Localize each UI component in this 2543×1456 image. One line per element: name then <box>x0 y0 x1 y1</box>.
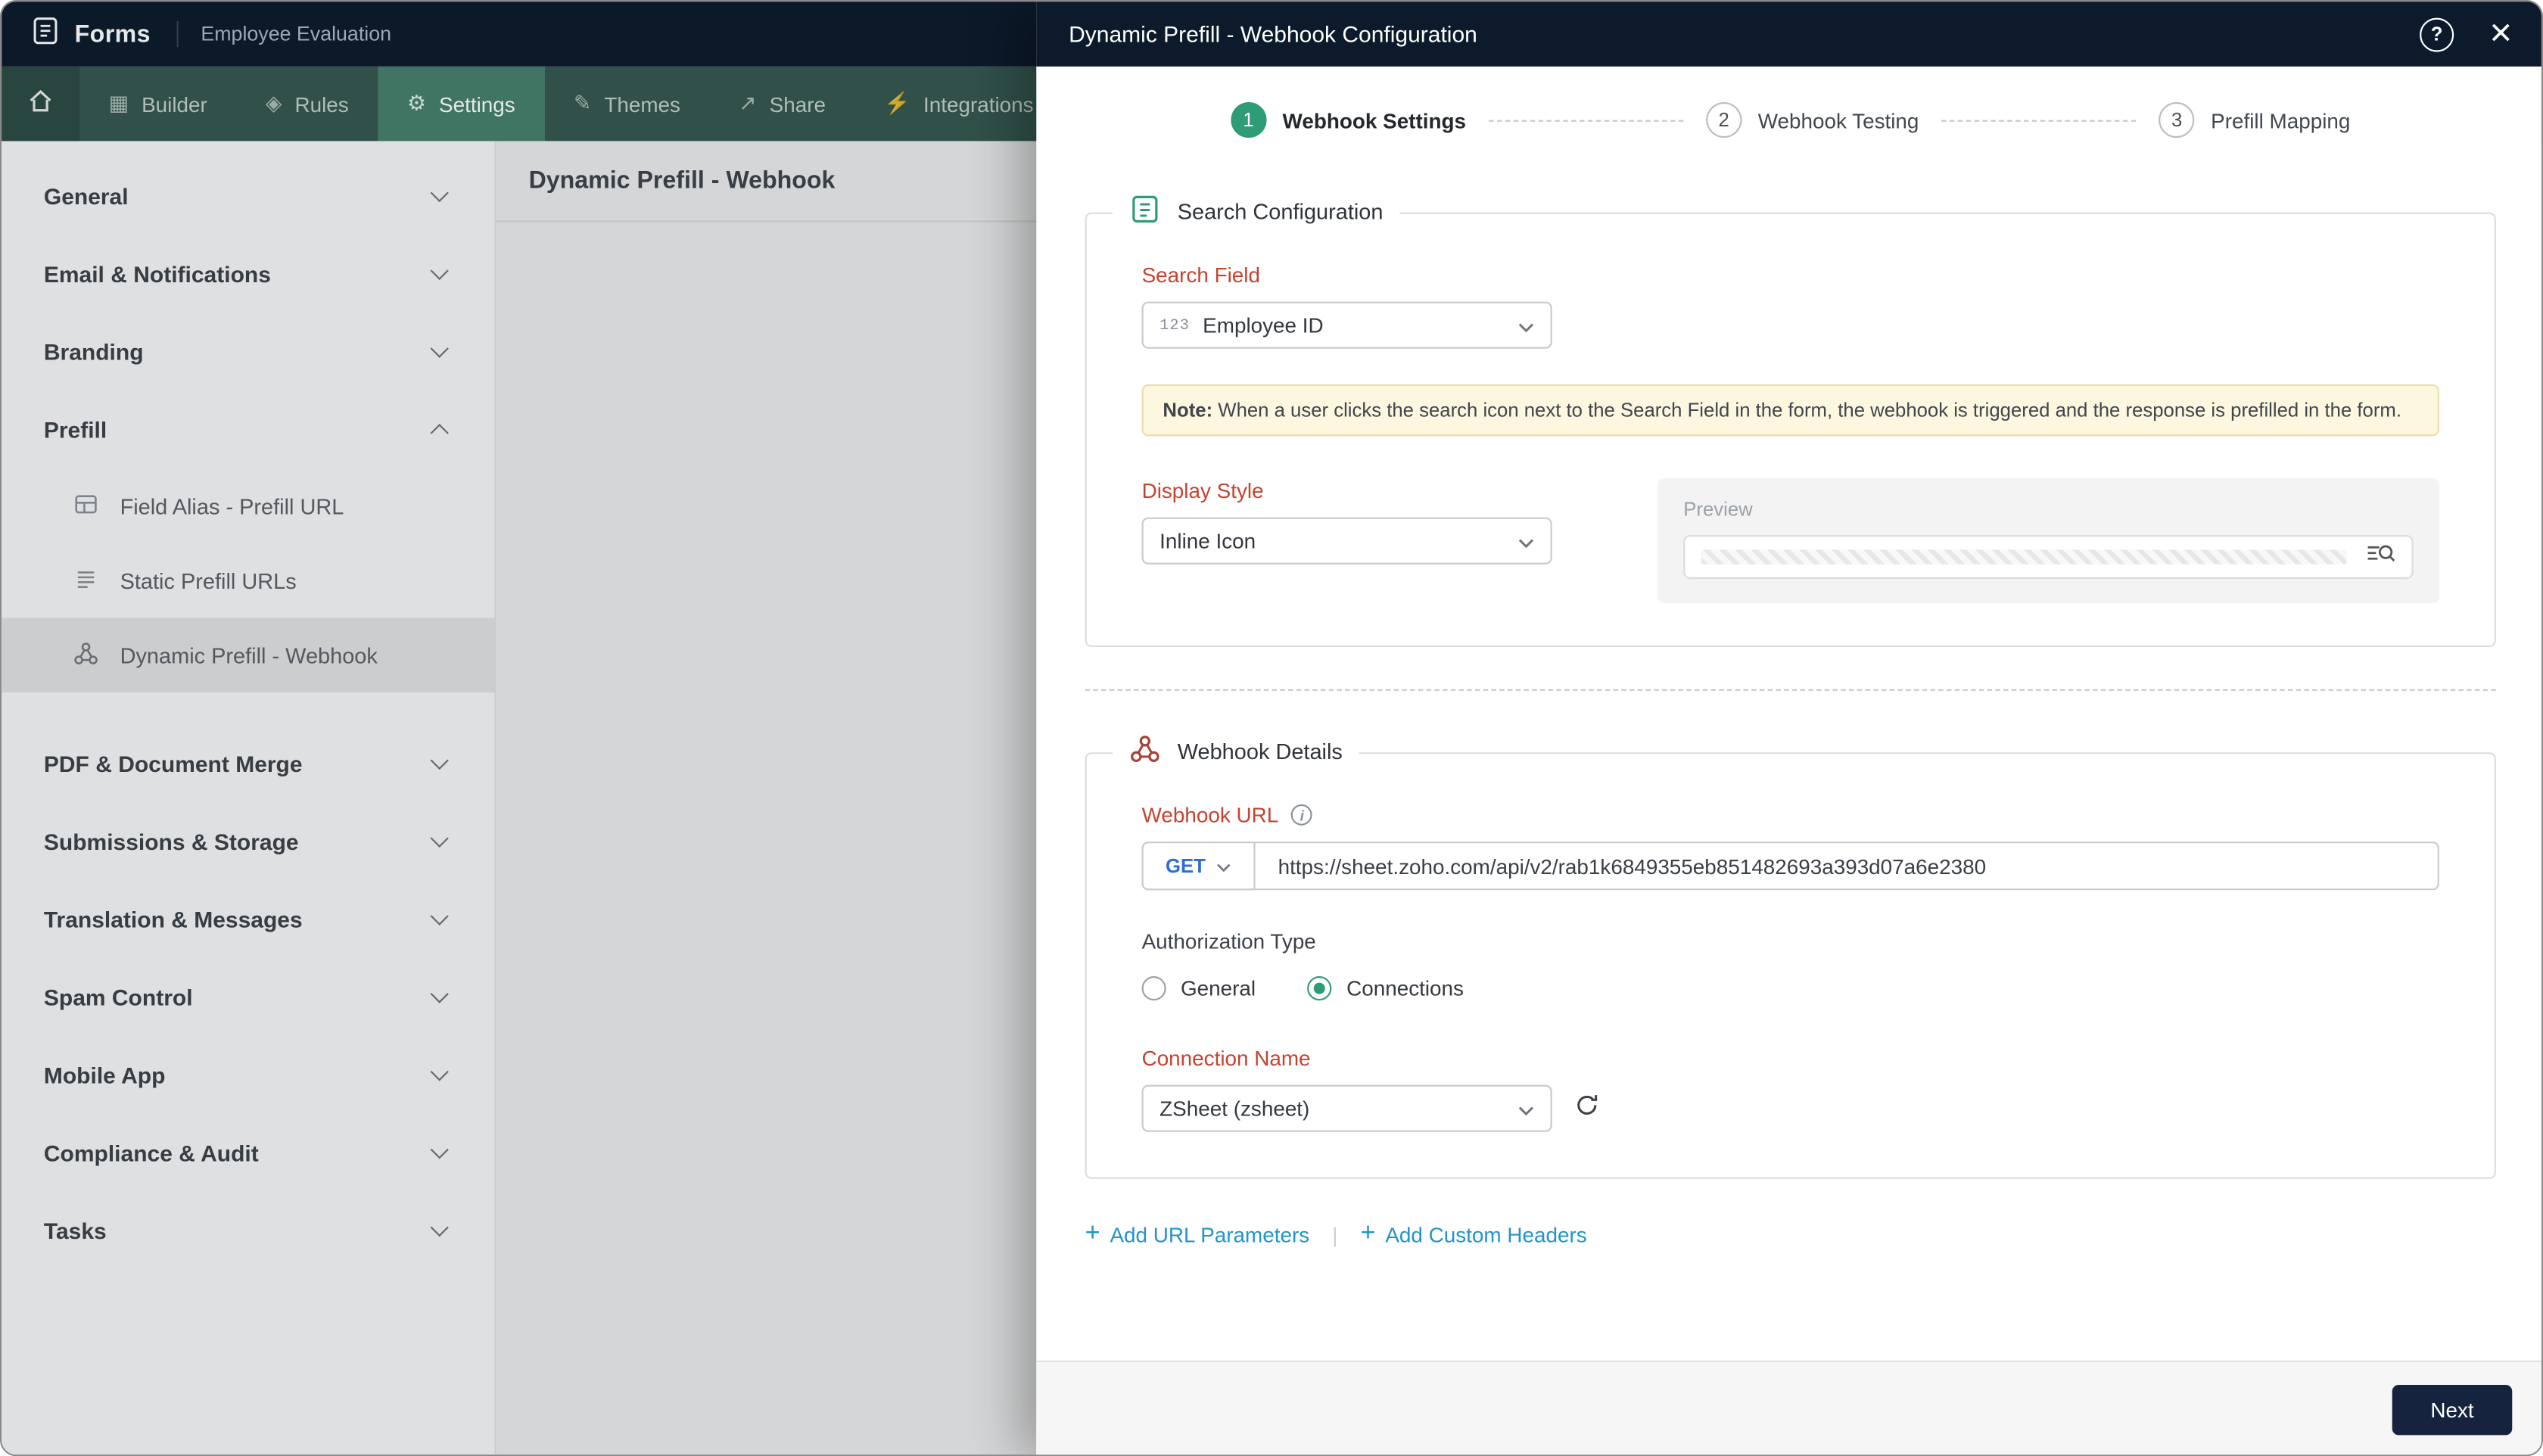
modal-header: Dynamic Prefill - Webhook Configuration … <box>1036 2 2541 67</box>
note-label: Note: <box>1163 399 1213 422</box>
radio-general[interactable]: General <box>1141 976 1256 1001</box>
card-legend-label: Search Configuration <box>1177 199 1384 224</box>
step-webhook-settings[interactable]: 1 Webhook Settings <box>1230 102 1467 138</box>
number-field-icon: 123 <box>1159 316 1191 334</box>
plus-icon: + <box>1085 1219 1100 1248</box>
search-field-select[interactable]: 123 Employee ID <box>1141 301 1552 349</box>
display-style-label: Display Style <box>1141 478 1264 503</box>
radio-selected-icon <box>1307 976 1332 1001</box>
modal-header-icons: ? × <box>2420 14 2512 53</box>
step-label: Webhook Settings <box>1282 107 1467 132</box>
step-number: 3 <box>2159 102 2195 138</box>
plus-icon: + <box>1360 1219 1376 1248</box>
help-icon[interactable]: ? <box>2420 17 2454 51</box>
placeholder-stripe <box>1701 549 2347 565</box>
link-divider: | <box>1332 1222 1338 1247</box>
section-divider <box>1085 689 2496 692</box>
step-number: 1 <box>1230 102 1267 138</box>
card-legend-label: Webhook Details <box>1177 739 1343 764</box>
preview-panel: Preview <box>1657 478 2439 604</box>
search-configuration-legend: Search Configuration <box>1113 192 1399 231</box>
radio-icon <box>1141 976 1166 1001</box>
radio-connections[interactable]: Connections <box>1307 976 1464 1001</box>
next-button[interactable]: Next <box>2392 1385 2513 1436</box>
search-field-value: Employee ID <box>1203 313 1324 338</box>
webhook-url-label: Webhook URL <box>1141 803 1279 828</box>
webhook-url-value: https://sheet.zoho.com/api/v2/rab1k68493… <box>1278 854 1987 879</box>
stepper: 1 Webhook Settings 2 Webhook Testing 3 P… <box>1085 102 2496 138</box>
add-url-parameters-label: Add URL Parameters <box>1110 1222 1310 1247</box>
modal-body: 1 Webhook Settings 2 Webhook Testing 3 P… <box>1036 67 2541 1361</box>
chevron-down-icon <box>1518 1097 1534 1121</box>
step-prefill-mapping[interactable]: 3 Prefill Mapping <box>2159 102 2351 138</box>
http-method-value: GET <box>1165 854 1206 878</box>
connection-name-label: Connection Name <box>1141 1046 1311 1071</box>
connection-name-row: ZSheet (zsheet) <box>1141 1084 2439 1133</box>
add-custom-headers-link[interactable]: + Add Custom Headers <box>1360 1221 1586 1247</box>
webhook-icon <box>1128 733 1161 770</box>
app-window: Forms Employee Evaluation ▦ Builder ◈ Ru… <box>0 0 2543 1456</box>
webhook-details-card: Webhook Details Webhook URL i GET https:… <box>1085 733 2496 1180</box>
step-webhook-testing[interactable]: 2 Webhook Testing <box>1706 102 1919 138</box>
display-style-value: Inline Icon <box>1159 528 1256 554</box>
add-custom-headers-label: Add Custom Headers <box>1385 1222 1587 1247</box>
preview-search-field <box>1683 535 2414 580</box>
note-text: When a user clicks the search icon next … <box>1212 399 2401 422</box>
chevron-down-icon <box>1518 313 1534 338</box>
webhook-url-group: GET https://sheet.zoho.com/api/v2/rab1k6… <box>1141 842 2439 891</box>
radio-label: General <box>1181 976 1256 1001</box>
webhook-configuration-modal: Dynamic Prefill - Webhook Configuration … <box>1036 2 2541 1455</box>
connection-name-select[interactable]: ZSheet (zsheet) <box>1141 1084 1552 1133</box>
step-number: 2 <box>1706 102 1742 138</box>
form-doc-icon <box>1128 193 1161 230</box>
webhook-details-legend: Webhook Details <box>1113 733 1359 771</box>
close-icon[interactable]: × <box>2489 14 2512 53</box>
note-box: Note: When a user clicks the search icon… <box>1141 384 2439 437</box>
webhook-url-input[interactable]: https://sheet.zoho.com/api/v2/rab1k68493… <box>1255 842 2439 891</box>
search-field-label: Search Field <box>1141 263 1260 288</box>
chevron-down-icon <box>1518 529 1534 553</box>
step-connector <box>1489 119 1684 121</box>
add-url-parameters-link[interactable]: + Add URL Parameters <box>1085 1221 1310 1247</box>
search-icon[interactable] <box>2366 542 2395 573</box>
authorization-type-label: Authorization Type <box>1141 929 1316 954</box>
display-style-select[interactable]: Inline Icon <box>1141 517 1552 565</box>
modal-backdrop[interactable] <box>2 2 1037 1455</box>
search-configuration-card: Search Configuration Search Field 123 Em… <box>1085 192 2496 648</box>
refresh-icon[interactable] <box>1575 1093 1599 1125</box>
modal-title: Dynamic Prefill - Webhook Configuration <box>1069 20 1477 48</box>
preview-label: Preview <box>1683 498 1753 521</box>
http-method-select[interactable]: GET <box>1141 842 1256 891</box>
info-icon[interactable]: i <box>1291 804 1313 826</box>
display-style-group: Display Style Inline Icon <box>1141 478 1552 604</box>
modal-footer: Next <box>1036 1360 2541 1455</box>
authorization-type-options: General Connections <box>1141 976 2439 1001</box>
step-connector <box>1941 119 2137 121</box>
chevron-down-icon <box>1217 855 1231 878</box>
step-label: Prefill Mapping <box>2211 107 2351 132</box>
display-style-row: Display Style Inline Icon Preview <box>1141 478 2439 604</box>
step-label: Webhook Testing <box>1757 107 1919 132</box>
parameter-actions: + Add URL Parameters | + Add Custom Head… <box>1085 1221 2496 1247</box>
connection-name-value: ZSheet (zsheet) <box>1159 1096 1310 1122</box>
radio-label: Connections <box>1346 976 1464 1001</box>
webhook-url-label-row: Webhook URL i <box>1142 803 2439 827</box>
